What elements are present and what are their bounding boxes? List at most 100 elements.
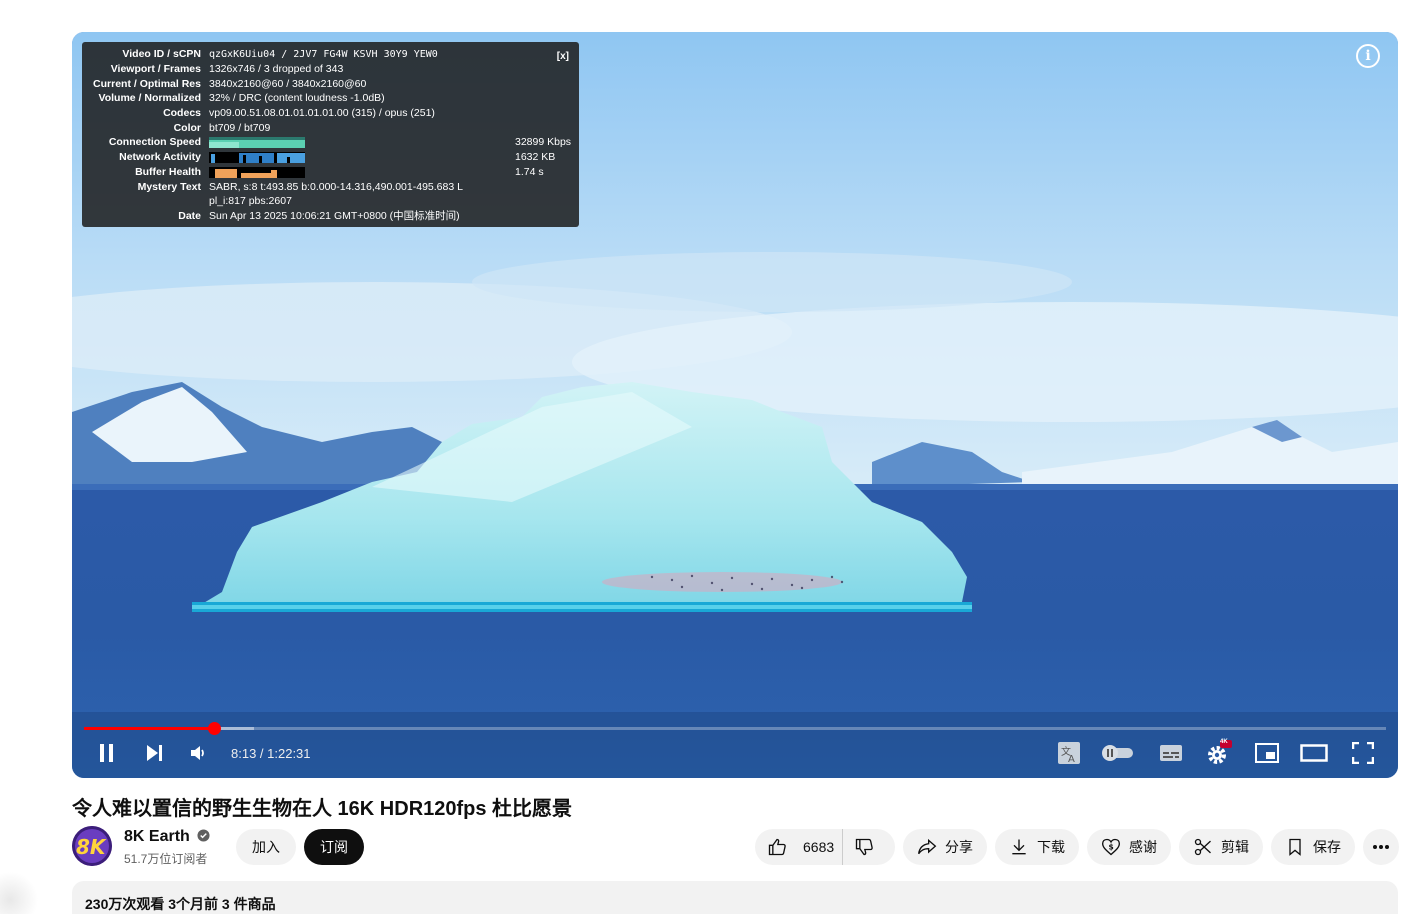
like-count: 6683 — [803, 839, 835, 855]
stats-row-resolution: Current / Optimal Res 3840x2160@60 / 3840… — [88, 76, 573, 91]
stats-label: Connection Speed — [108, 136, 201, 149]
stats-value: bt709 / bt709 — [209, 121, 271, 134]
stats-row-codecs: Codecs vp09.00.51.08.01.01.01.01.00 (315)… — [88, 106, 573, 121]
save-button[interactable]: 保存 — [1271, 829, 1355, 865]
youtube-watch-page: i [x] Video ID / sCPN qzGxK6Uiu04 / 2JV7 … — [0, 0, 1420, 914]
autoplay-toggle[interactable] — [1100, 738, 1136, 768]
stats-for-nerds-panel: [x] Video ID / sCPN qzGxK6Uiu04 / 2JV7 FG… — [82, 42, 579, 227]
download-icon — [1012, 839, 1026, 855]
share-button[interactable]: 分享 — [903, 829, 987, 865]
stats-label: Mystery Text — [137, 180, 201, 193]
progress-bar[interactable] — [84, 722, 1386, 735]
quality-badge: 4K — [1220, 739, 1228, 745]
stats-row-viewport: Viewport / Frames 1326x746 / 3 dropped of… — [88, 62, 573, 77]
background-blob — [0, 870, 40, 914]
subscribe-button[interactable]: 订阅 — [304, 829, 364, 865]
next-button[interactable] — [140, 738, 170, 768]
stats-row-video-id: Video ID / sCPN qzGxK6Uiu04 / 2JV7 FG4W K… — [88, 47, 573, 62]
join-button[interactable]: 加入 — [236, 829, 296, 865]
download-label: 下载 — [1037, 839, 1065, 855]
fullscreen-icon — [1352, 742, 1374, 764]
channel-name-text[interactable]: 8K Earth — [124, 828, 190, 845]
stats-label: Current / Optimal Res — [93, 77, 201, 90]
progress-played — [84, 727, 214, 730]
subtitles-icon — [1160, 745, 1182, 761]
thumbs-down-icon — [855, 838, 873, 856]
stats-label: Volume / Normalized — [98, 92, 202, 105]
settings-button[interactable]: 4K — [1204, 738, 1234, 768]
stats-row-volume: Volume / Normalized 32% / DRC (content lo… — [88, 91, 573, 106]
stats-value: 3840x2160@60 / 3840x2160@60 — [209, 77, 367, 90]
save-label: 保存 — [1313, 839, 1341, 855]
clip-button[interactable]: 剪辑 — [1179, 829, 1263, 865]
stats-value: pl_i:817 pbs:2607 — [209, 195, 292, 208]
video-title: 令人难以置信的野生生物在人 16K HDR120fps 杜比愿景 — [72, 798, 573, 820]
stats-close-button[interactable]: [x] — [557, 51, 569, 62]
stats-label: Codecs — [163, 107, 201, 120]
share-label: 分享 — [945, 839, 973, 855]
pause-icon — [100, 744, 113, 762]
subtitles-button[interactable] — [1156, 738, 1186, 768]
clip-label: 剪辑 — [1221, 839, 1249, 855]
like-dislike-group: 6683 — [755, 829, 895, 865]
thumbs-up-icon — [768, 838, 786, 856]
download-button[interactable]: 下载 — [995, 829, 1079, 865]
channel-avatar[interactable]: 8K — [72, 826, 112, 866]
like-button[interactable]: 6683 — [755, 829, 843, 865]
subscribe-label: 订阅 — [320, 839, 348, 855]
pause-button[interactable] — [92, 738, 122, 768]
more-actions-button[interactable] — [1363, 829, 1399, 865]
thanks-button[interactable]: $ 感谢 — [1087, 829, 1171, 865]
stats-label: Date — [178, 209, 201, 222]
stats-value: 32% / DRC (content loudness -1.0dB) — [209, 92, 385, 105]
heart-dollar-icon: $ — [1101, 838, 1121, 856]
stats-row-color: Color bt709 / bt709 — [88, 120, 573, 135]
stats-label: Color — [173, 121, 201, 134]
stats-value: qzGxK6Uiu04 / 2JV7 FG4W KSVH 30Y9 YEW0 — [209, 48, 438, 60]
auto-translate-button[interactable]: 文A — [1054, 738, 1084, 768]
thanks-label: 感谢 — [1129, 839, 1157, 855]
volume-icon — [191, 746, 204, 760]
subscriber-count: 51.7万位订阅者 — [124, 852, 208, 866]
stats-value: 1326x746 / 3 dropped of 343 — [209, 63, 344, 76]
stats-label: Viewport / Frames — [110, 63, 201, 76]
channel-logo-text: 8K — [76, 835, 107, 859]
video-player[interactable]: i [x] Video ID / sCPN qzGxK6Uiu04 / 2JV7 … — [72, 32, 1398, 778]
stats-value: vp09.00.51.08.01.01.01.01.00 (315) / opu… — [209, 107, 435, 120]
fullscreen-button[interactable] — [1348, 738, 1378, 768]
mute-button[interactable] — [184, 738, 214, 768]
scissors-icon — [1194, 838, 1211, 856]
video-meta: 230万次观看 3个月前 3 件商品 — [85, 896, 276, 912]
stats-value: 32899 Kbps — [515, 136, 572, 149]
share-icon — [918, 838, 937, 855]
more-horizontal-icon — [1373, 845, 1389, 849]
stats-value: Sun Apr 13 2025 10:06:21 GMT+0800 (中国标准时… — [209, 210, 460, 223]
channel-name[interactable]: 8K Earth — [124, 828, 210, 846]
bookmark-icon — [1289, 838, 1301, 856]
info-icon[interactable]: i — [1356, 44, 1380, 68]
dislike-button[interactable] — [843, 829, 893, 865]
join-label: 加入 — [252, 839, 280, 855]
stats-label: Video ID / sCPN — [122, 48, 201, 61]
next-icon — [147, 745, 162, 761]
miniplayer-button[interactable] — [1252, 738, 1282, 768]
time-display: 8:13 / 1:22:31 — [231, 746, 311, 761]
autoplay-toggle-icon — [1102, 745, 1133, 761]
stats-label: Buffer Health — [135, 165, 201, 178]
verified-icon — [197, 829, 210, 842]
stats-value: 1.74 s — [515, 165, 544, 178]
scrubber-handle[interactable] — [208, 722, 221, 735]
stats-row-mystery-text-cont: pl_i:817 pbs:2607 — [88, 194, 573, 209]
network-activity-graph — [209, 151, 305, 163]
connection-speed-graph — [209, 137, 305, 149]
gear-icon — [1208, 740, 1232, 764]
svg-text:$: $ — [1109, 843, 1114, 852]
stats-row-mystery-text: Mystery Text SABR, s:8 t:493.85 b:0.000-1… — [88, 179, 573, 194]
stats-label: Network Activity — [119, 151, 201, 164]
stats-row-connection-speed: Connection Speed 32899 Kbps — [88, 135, 573, 150]
buffer-health-graph — [209, 166, 305, 178]
stats-value: 1632 KB — [515, 151, 556, 164]
stats-value: SABR, s:8 t:493.85 b:0.000-14.316,490.00… — [209, 180, 463, 193]
stats-row-buffer-health: Buffer Health 1.74 s — [88, 165, 573, 180]
theater-mode-button[interactable] — [1298, 738, 1330, 768]
